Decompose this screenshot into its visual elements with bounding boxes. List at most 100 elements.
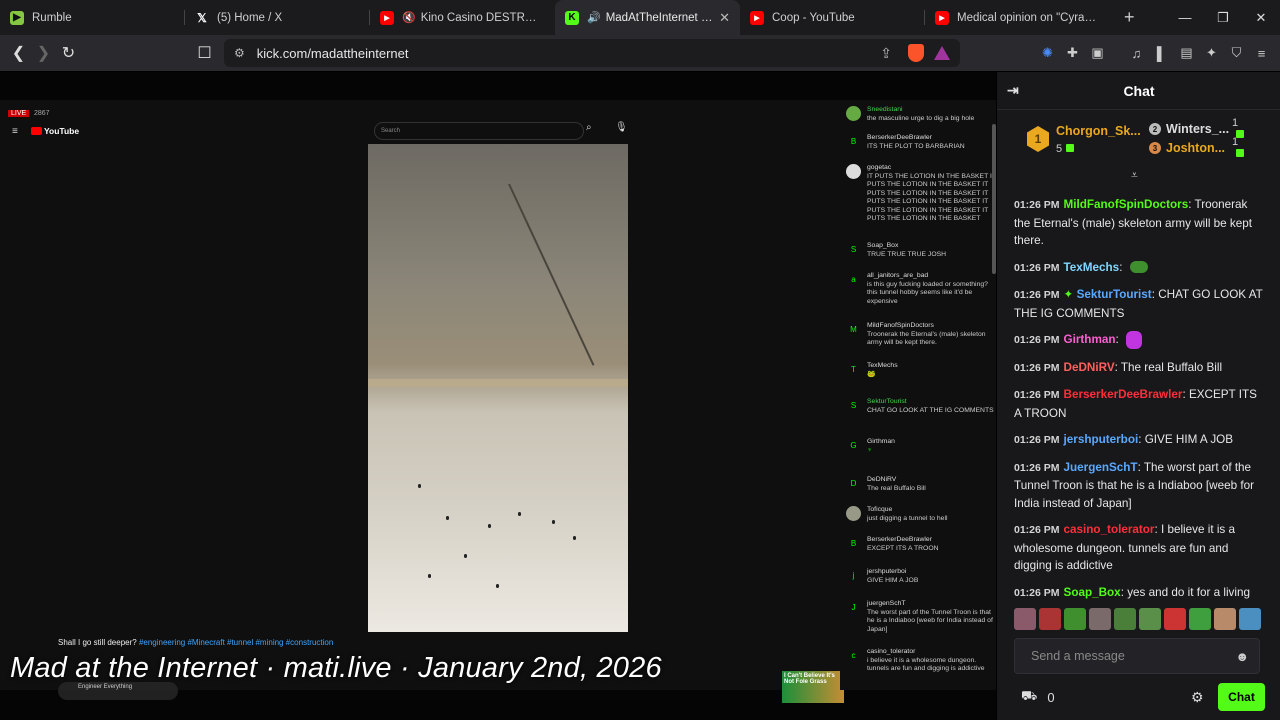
speaker-icon[interactable]: 🔊	[587, 11, 601, 24]
support-beam	[368, 379, 628, 387]
message-user[interactable]: Girthman	[1064, 333, 1116, 346]
message-input[interactable]: Send a message ☻	[1014, 638, 1260, 674]
message-time: 01:26 PM	[1014, 524, 1060, 537]
kicks-balance[interactable]: ⛟ 0	[1021, 688, 1055, 706]
emote-icon[interactable]	[1089, 608, 1111, 630]
chat-message: 01:26 PM Soap_Box: yes and do it for a li…	[1014, 585, 1250, 599]
tab-rumble[interactable]: ▶ Rumble	[0, 0, 185, 35]
message-user[interactable]: SekturTourist	[1077, 288, 1152, 301]
message-user[interactable]: JuergenSchT	[1064, 461, 1138, 474]
menu-icon[interactable]: ≡	[1249, 35, 1274, 71]
gift-count: 1	[1232, 117, 1239, 129]
rumble-icon: ▶	[10, 10, 24, 25]
screenshot-icon[interactable]: ▣	[1085, 35, 1110, 71]
frog-emote-icon[interactable]	[1114, 608, 1136, 630]
emote-icon[interactable]	[1039, 608, 1061, 630]
wallet-icon[interactable]: ▤	[1174, 35, 1199, 71]
close-window-icon[interactable]: ✕	[1242, 0, 1280, 35]
yt-chat-message: B BerserkerDeeBrawler EXCEPT ITS A TROON	[846, 536, 996, 553]
emote-icon[interactable]	[1164, 608, 1186, 630]
close-tab-icon[interactable]: ✕	[719, 10, 730, 26]
avatar	[846, 506, 861, 521]
gifter-3[interactable]: 3 Joshton... 1	[1149, 136, 1244, 157]
emote-icon[interactable]	[1239, 608, 1261, 630]
brave-shields-icon[interactable]	[908, 44, 924, 62]
message-user[interactable]: TexMechs	[1064, 261, 1120, 274]
message-time: 01:26 PM	[1014, 289, 1060, 301]
new-tab-button[interactable]: +	[1110, 7, 1149, 28]
yt-chat-user: all_janitors_are_bad	[867, 272, 929, 279]
message-user[interactable]: Soap_Box	[1064, 586, 1121, 599]
maximize-icon[interactable]: ❐	[1204, 0, 1242, 35]
leo-ai-icon[interactable]: ✦	[1199, 35, 1224, 71]
yt-chat-message: S SekturTourist CHAT GO LOOK AT THE IG CO…	[846, 398, 996, 415]
message-user[interactable]: casino_tolerator	[1064, 523, 1155, 536]
vpn-icon[interactable]: ⛉	[1224, 35, 1249, 71]
kicks-count: 0	[1047, 689, 1055, 705]
extension-icon[interactable]: ✺	[1035, 35, 1060, 71]
top-gifter-count: 5	[1056, 143, 1075, 155]
reload-icon[interactable]: ↻	[56, 39, 81, 67]
message-user[interactable]: BerserkerDeeBrawler	[1064, 388, 1183, 401]
yt-chat-text: is this guy fucking loaded or something?…	[867, 280, 988, 305]
mute-icon[interactable]: 🔇	[402, 11, 416, 24]
forward-icon[interactable]: ❯	[31, 39, 56, 67]
frog-emote-icon[interactable]	[1064, 608, 1086, 630]
message-time: 01:26 PM	[1014, 434, 1060, 447]
back-icon[interactable]: ❮	[6, 39, 31, 67]
bookmark-icon[interactable]: ☐	[192, 39, 217, 67]
chat-messages: 01:26 PM MildFanofSpinDoctors: Troonerak …	[1014, 196, 1264, 611]
message-text: yes and do it for a living	[1127, 585, 1250, 599]
yt-chat-user: gogetac	[867, 164, 892, 171]
send-chat-button[interactable]: Chat	[1218, 683, 1265, 711]
share-icon[interactable]: ⇪	[880, 45, 892, 62]
expand-pinned-icon[interactable]: ⩡	[1131, 168, 1138, 183]
emote-icon[interactable]	[1014, 608, 1036, 630]
x-icon: 𝕏	[197, 10, 207, 25]
tab-madattheinternet[interactable]: K 🔊 MadAtTheInternet Stream ✕	[555, 0, 740, 35]
avatar: c	[851, 651, 856, 660]
music-icon[interactable]: ♫	[1124, 35, 1149, 71]
frog-emote-icon[interactable]	[1189, 608, 1211, 630]
youtube-play-icon	[31, 127, 42, 135]
message-user[interactable]: DeDNiRV	[1064, 361, 1115, 374]
gift-count: 1	[1232, 136, 1239, 148]
tab-kino-casino[interactable]: ▶ 🔇 Kino Casino DESTROYS DSP	[370, 0, 555, 35]
site-info-icon[interactable]: ⚙	[234, 46, 245, 60]
avatar: a	[851, 275, 856, 284]
minimize-icon[interactable]: —	[1166, 0, 1204, 35]
emote-icon[interactable]	[1214, 608, 1236, 630]
address-bar[interactable]: ⚙ kick.com/madattheinternet ⇪	[224, 39, 960, 67]
gifter-2[interactable]: 2 Winters_... 1	[1149, 117, 1244, 138]
yt-chat-user: BerserkerDeeBrawler	[867, 536, 932, 543]
ad-banner: I Can't Believe It's Not Fole Grass	[782, 671, 844, 703]
frog-emote-icon[interactable]	[1139, 608, 1161, 630]
avatar: J	[851, 603, 856, 612]
emoji-icon[interactable]: ☻	[1235, 649, 1249, 664]
yt-chat-message: S Soap_Box TRUE TRUE TRUE JOSH	[846, 242, 996, 259]
tab-strip: ▶ Rumble 𝕏 (5) Home / X ▶ 🔇 Kino Casino …	[0, 0, 1280, 35]
caption-text: Shall I go still deeper?	[58, 638, 137, 647]
top-gifter-name[interactable]: Chorgon_Sk...	[1056, 124, 1141, 138]
collapse-chat-icon[interactable]: ⇥	[1007, 82, 1019, 99]
video-player[interactable]: LIVE 2867 ≡ YouTube Search ⌕ 🎙 Shall I g…	[0, 72, 996, 720]
yt-chat-text: TRUE TRUE TRUE JOSH	[867, 250, 947, 258]
brave-rewards-icon[interactable]	[934, 46, 950, 60]
tab-coop-youtube[interactable]: ▶ Coop - YouTube	[740, 0, 925, 35]
tab-title: (5) Home / X	[217, 11, 283, 24]
gift-count: 5	[1056, 143, 1063, 155]
yt-chat-user: Soap_Box	[867, 242, 899, 249]
message-user[interactable]: MildFanofSpinDoctors	[1064, 198, 1189, 211]
sidebar-icon[interactable]: ▌	[1149, 35, 1174, 71]
tab-x-home[interactable]: 𝕏 (5) Home / X	[185, 0, 370, 35]
tab-medical-opinion[interactable]: ▶ Medical opinion on "Cyraxx"s m	[925, 0, 1110, 35]
yt-chat-message: Toficque just digging a tunnel to hell	[846, 506, 996, 523]
kick-icon: K	[565, 10, 579, 25]
avatar: T	[851, 365, 856, 374]
settings-icon[interactable]: ⚙	[1191, 689, 1204, 706]
puzzle-icon[interactable]: ✚	[1060, 35, 1085, 71]
chat-title: Chat	[1123, 82, 1155, 99]
drill-hole	[446, 516, 449, 520]
message-user[interactable]: jershputerboi	[1064, 433, 1139, 446]
message-text: The real Buffalo Bill	[1120, 360, 1223, 374]
